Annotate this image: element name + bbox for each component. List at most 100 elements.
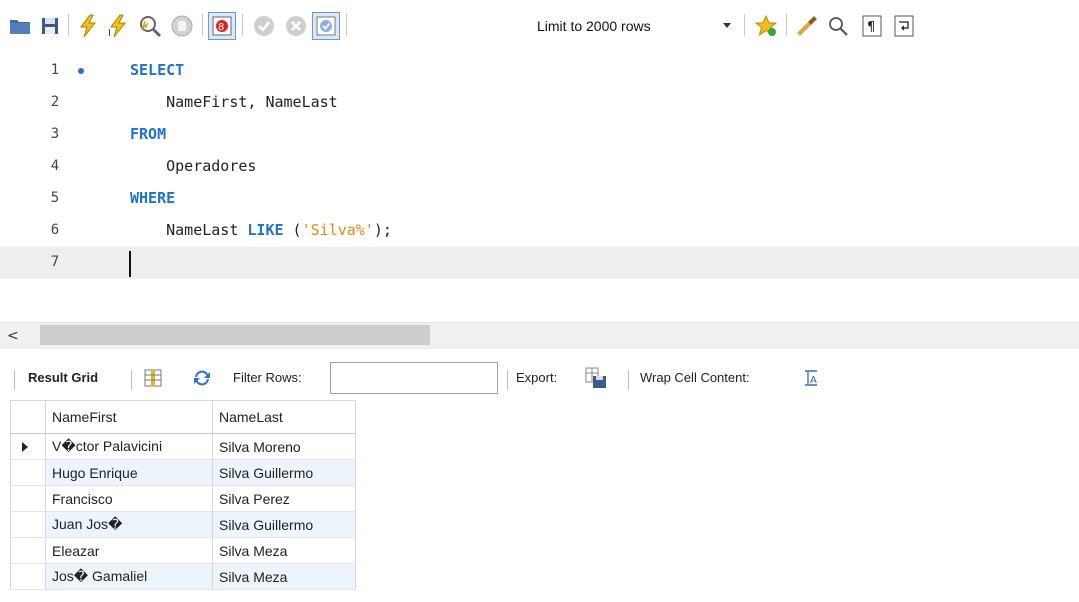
column-header-namelast[interactable]: NameLast: [212, 400, 356, 434]
code-text: NameLast LIKE ('Silva%');: [130, 221, 392, 239]
sql-editor[interactable]: 1 SELECT 2 NameFirst, NameLast 3 FROM 4 Opera…: [0, 54, 1079, 302]
code-token: );: [373, 221, 392, 239]
row-header[interactable]: [10, 459, 46, 486]
table-row[interactable]: Hugo Enrique Silva Guillermo: [10, 459, 356, 486]
code-token: SELECT: [130, 61, 185, 79]
row-header-corner: [10, 400, 46, 434]
execute-button[interactable]: [74, 12, 102, 40]
chevron-left-icon[interactable]: <: [7, 328, 19, 344]
explain-icon: [140, 16, 162, 38]
result-toolbar: Result Grid Filter Rows: Export: Wrap Ce…: [0, 360, 1079, 398]
code-text: FROM: [130, 125, 166, 143]
scrollbar-thumb[interactable]: [40, 325, 430, 345]
cell-namefirst[interactable]: Francisco: [45, 485, 213, 512]
editor-line[interactable]: 5 WHERE: [0, 183, 1079, 215]
code-token: NameFirst, NameLast: [130, 93, 338, 111]
commit-icon: [254, 16, 274, 36]
grid-header-row: NameFirst NameLast: [10, 400, 356, 434]
chevron-down-icon: [723, 23, 731, 28]
execute-icon: [80, 14, 97, 38]
form-view-button[interactable]: [144, 369, 162, 390]
svg-text:I: I: [108, 28, 111, 38]
current-row-arrow-icon: [22, 441, 28, 452]
cell-namefirst[interactable]: Eleazar: [45, 537, 213, 564]
cell-namelast[interactable]: Silva Meza: [212, 563, 356, 590]
add-snippet-button[interactable]: [752, 12, 780, 40]
rollback-icon: [286, 16, 306, 36]
line-number: 3: [50, 126, 60, 142]
export-label: Export:: [516, 370, 558, 385]
cell-namelast[interactable]: Silva Guillermo: [212, 459, 356, 486]
code-token: LIKE: [247, 221, 284, 239]
code-token: FROM: [130, 125, 167, 143]
export-button[interactable]: [585, 367, 607, 392]
svg-text:8: 8: [218, 22, 224, 33]
toggle-stop-on-error-button[interactable]: 8: [208, 12, 236, 40]
table-row[interactable]: Eleazar Silva Meza: [10, 537, 356, 564]
table-row[interactable]: Juan Jos� Silva Guillermo: [10, 511, 356, 538]
row-header[interactable]: [10, 485, 46, 512]
save-icon: [42, 18, 58, 34]
bookmark-icon: [754, 15, 778, 37]
refresh-icon: [194, 370, 210, 386]
limit-rows-select[interactable]: Limit to 2000 rows: [531, 14, 737, 38]
row-header[interactable]: [10, 537, 46, 564]
editor-line[interactable]: 2 NameFirst, NameLast: [0, 87, 1079, 119]
stop-button[interactable]: [168, 12, 196, 40]
execute-current-button[interactable]: I: [104, 12, 132, 40]
wrap-lines-button[interactable]: [890, 12, 918, 40]
cell-namefirst[interactable]: V�ctor Palavicini: [45, 433, 213, 460]
svg-text:¶: ¶: [867, 20, 875, 35]
code-token: Operadores: [130, 157, 257, 175]
code-text: SELECT: [130, 61, 184, 79]
wrap-cell-icon: A: [805, 370, 817, 386]
row-header[interactable]: [10, 433, 46, 460]
table-row[interactable]: Francisco Silva Perez: [10, 485, 356, 512]
invisible-chars-button[interactable]: ¶: [858, 12, 886, 40]
editor-line[interactable]: 6 NameLast LIKE ('Silva%');: [0, 215, 1079, 247]
row-header[interactable]: [10, 563, 46, 590]
explain-button[interactable]: [136, 12, 164, 40]
execute-current-icon: I: [108, 14, 127, 38]
cell-namelast[interactable]: Silva Meza: [212, 537, 356, 564]
rollback-button[interactable]: [282, 12, 310, 40]
table-row[interactable]: V�ctor Palavicini Silva Moreno: [10, 433, 356, 460]
cell-namelast[interactable]: Silva Guillermo: [212, 511, 356, 538]
cell-namefirst[interactable]: Jos� Gamaliel: [45, 563, 213, 590]
editor-line[interactable]: 4 Operadores: [0, 151, 1079, 183]
cell-namelast[interactable]: Silva Moreno: [212, 433, 356, 460]
folder-icon: [10, 20, 30, 34]
horizontal-scrollbar[interactable]: <: [0, 322, 1079, 349]
editor-line[interactable]: 7: [0, 247, 1079, 279]
beautify-button[interactable]: [792, 12, 820, 40]
editor-line[interactable]: 1 SELECT: [0, 55, 1079, 87]
find-button[interactable]: [824, 12, 852, 40]
limit-rows-label: Limit to 2000 rows: [537, 18, 651, 34]
result-grid-tab[interactable]: Result Grid: [28, 370, 98, 385]
sql-editor-toolbar: I 8 Limit to 2000 rows ¶: [0, 0, 1079, 54]
cell-namefirst[interactable]: Hugo Enrique: [45, 459, 213, 486]
code-text: Operadores: [130, 157, 256, 175]
table-row[interactable]: Jos� Gamaliel Silva Meza: [10, 563, 356, 590]
autocommit-icon: [316, 16, 336, 36]
line-number: 6: [50, 222, 60, 238]
row-header[interactable]: [10, 511, 46, 538]
editor-line[interactable]: 3 FROM: [0, 119, 1079, 151]
wrap-cell-content-button[interactable]: A: [803, 369, 819, 390]
line-number: 2: [50, 94, 60, 110]
line-number: 5: [50, 190, 60, 206]
line-number: 1: [50, 62, 60, 78]
stop-icon: [171, 15, 193, 37]
wrap-cell-content-label: Wrap Cell Content:: [640, 370, 750, 385]
commit-button[interactable]: [250, 12, 278, 40]
filter-rows-input[interactable]: [330, 362, 498, 394]
save-button[interactable]: [36, 12, 64, 40]
open-folder-button[interactable]: [6, 12, 34, 40]
code-token: NameLast: [130, 221, 248, 239]
result-grid[interactable]: NameFirst NameLast V�ctor Palavicini Silv…: [10, 400, 356, 590]
refresh-button[interactable]: [192, 369, 212, 390]
cell-namefirst[interactable]: Juan Jos�: [45, 511, 213, 538]
autocommit-button[interactable]: [312, 12, 340, 40]
column-header-namefirst[interactable]: NameFirst: [45, 400, 213, 434]
cell-namelast[interactable]: Silva Perez: [212, 485, 356, 512]
